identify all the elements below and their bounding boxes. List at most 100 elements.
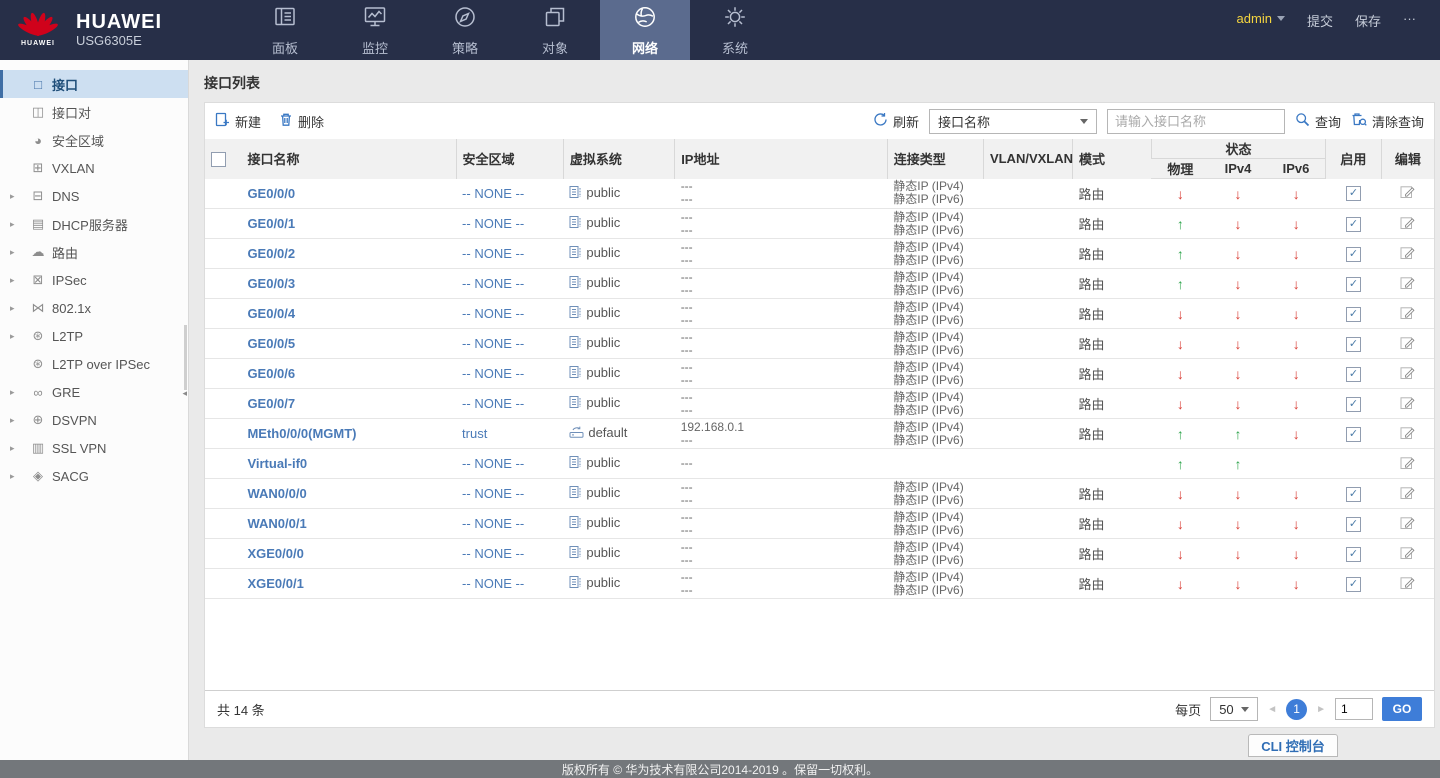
col-header-enable[interactable]: 启用 xyxy=(1326,139,1382,179)
edit-icon[interactable] xyxy=(1400,305,1415,323)
interface-name-link[interactable]: GE0/0/0 xyxy=(247,186,295,201)
col-header-vlan[interactable]: VLAN/VXLAN xyxy=(983,139,1072,179)
go-button[interactable]: GO xyxy=(1382,697,1422,721)
goto-page-input[interactable] xyxy=(1335,698,1373,720)
interface-name-link[interactable]: GE0/0/4 xyxy=(247,306,295,321)
more-menu-button[interactable]: ··· xyxy=(1403,11,1416,26)
enable-checkbox[interactable]: ✓ xyxy=(1346,367,1361,382)
interface-name-link[interactable]: GE0/0/5 xyxy=(247,336,295,351)
edit-icon[interactable] xyxy=(1400,485,1415,503)
current-page-badge[interactable]: 1 xyxy=(1286,699,1307,720)
sidebar-item-ipsec[interactable]: ▸⊠IPSec xyxy=(0,266,188,294)
security-zone-link[interactable]: -- NONE -- xyxy=(462,366,524,381)
filter-field-select[interactable]: 接口名称 xyxy=(929,109,1097,134)
interface-name-link[interactable]: MEth0/0/0(MGMT) xyxy=(247,426,356,441)
col-header-name[interactable]: 接口名称 xyxy=(241,139,456,179)
enable-checkbox[interactable]: ✓ xyxy=(1346,307,1361,322)
security-zone-link[interactable]: -- NONE -- xyxy=(462,546,524,561)
prev-page-button[interactable]: ◄ xyxy=(1267,704,1277,715)
security-zone-link[interactable]: -- NONE -- xyxy=(462,336,524,351)
interface-name-link[interactable]: GE0/0/6 xyxy=(247,366,295,381)
enable-checkbox[interactable]: ✓ xyxy=(1346,277,1361,292)
sidebar-item-8021x[interactable]: ▸⋈802.1x xyxy=(0,294,188,322)
user-menu[interactable]: admin xyxy=(1237,11,1285,26)
edit-icon[interactable] xyxy=(1400,425,1415,443)
enable-checkbox[interactable]: ✓ xyxy=(1346,547,1361,562)
security-zone-link[interactable]: -- NONE -- xyxy=(462,246,524,261)
cli-console-button[interactable]: CLI 控制台 xyxy=(1248,734,1338,757)
edit-icon[interactable] xyxy=(1400,545,1415,563)
refresh-button[interactable]: 刷新 xyxy=(873,112,919,131)
per-page-select[interactable]: 50 xyxy=(1210,697,1258,721)
enable-checkbox[interactable]: ✓ xyxy=(1346,577,1361,592)
edit-icon[interactable] xyxy=(1400,575,1415,593)
enable-checkbox[interactable]: ✓ xyxy=(1346,517,1361,532)
interface-name-link[interactable]: XGE0/0/0 xyxy=(247,546,303,561)
edit-icon[interactable] xyxy=(1400,275,1415,293)
security-zone-link[interactable]: -- NONE -- xyxy=(462,396,524,411)
edit-icon[interactable] xyxy=(1400,395,1415,413)
security-zone-link[interactable]: -- NONE -- xyxy=(462,306,524,321)
select-all-checkbox[interactable] xyxy=(211,152,226,167)
interface-name-link[interactable]: Virtual-if0 xyxy=(247,456,307,471)
enable-checkbox[interactable]: ✓ xyxy=(1346,337,1361,352)
security-zone-link[interactable]: -- NONE -- xyxy=(462,456,524,471)
nav-tab-system[interactable]: 系统 xyxy=(690,0,780,60)
sidebar-item-interface-pair[interactable]: ◫接口对 xyxy=(0,98,188,126)
sidebar-item-l2tp-over-ipsec[interactable]: ⊛L2TP over IPSec xyxy=(0,350,188,378)
enable-checkbox[interactable]: ✓ xyxy=(1346,487,1361,502)
security-zone-link[interactable]: -- NONE -- xyxy=(462,276,524,291)
enable-checkbox[interactable]: ✓ xyxy=(1346,217,1361,232)
nav-tab-policy[interactable]: 策略 xyxy=(420,0,510,60)
nav-tab-dashboard[interactable]: 面板 xyxy=(240,0,330,60)
sidebar-item-security-zone[interactable]: ◕安全区域 xyxy=(0,126,188,154)
sidebar-item-dns[interactable]: ▸⊟DNS xyxy=(0,182,188,210)
enable-checkbox[interactable]: ✓ xyxy=(1346,186,1361,201)
interface-name-link[interactable]: GE0/0/2 xyxy=(247,246,295,261)
sidebar-item-sacg[interactable]: ▸◈SACG xyxy=(0,462,188,490)
interface-name-link[interactable]: WAN0/0/1 xyxy=(247,516,306,531)
new-button[interactable]: 新建 xyxy=(215,112,261,131)
nav-tab-network[interactable]: 网络 xyxy=(600,0,690,60)
security-zone-link[interactable]: trust xyxy=(462,426,487,441)
sidebar-item-gre[interactable]: ▸∞GRE xyxy=(0,378,188,406)
interface-name-link[interactable]: XGE0/0/1 xyxy=(247,576,303,591)
sidebar-item-dhcp-server[interactable]: ▸▤DHCP服务器 xyxy=(0,210,188,238)
col-header-zone[interactable]: 安全区域 xyxy=(456,139,563,179)
commit-button[interactable]: 提交 xyxy=(1307,11,1333,30)
nav-tab-object[interactable]: 对象 xyxy=(510,0,600,60)
col-header-conn[interactable]: 连接类型 xyxy=(887,139,983,179)
security-zone-link[interactable]: -- NONE -- xyxy=(462,576,524,591)
edit-icon[interactable] xyxy=(1400,215,1415,233)
interface-name-link[interactable]: GE0/0/7 xyxy=(247,396,295,411)
enable-checkbox[interactable]: ✓ xyxy=(1346,427,1361,442)
enable-checkbox[interactable]: ✓ xyxy=(1346,397,1361,412)
security-zone-link[interactable]: -- NONE -- xyxy=(462,186,524,201)
edit-icon[interactable] xyxy=(1400,515,1415,533)
interface-name-link[interactable]: GE0/0/1 xyxy=(247,216,295,231)
query-button[interactable]: 查询 xyxy=(1295,112,1341,131)
enable-checkbox[interactable]: ✓ xyxy=(1346,247,1361,262)
delete-button[interactable]: 删除 xyxy=(279,112,324,131)
next-page-button[interactable]: ► xyxy=(1316,704,1326,715)
sidebar-collapse-handle[interactable]: ◂ xyxy=(182,388,187,399)
nav-tab-monitor[interactable]: 监控 xyxy=(330,0,420,60)
interface-name-link[interactable]: WAN0/0/0 xyxy=(247,486,306,501)
save-button[interactable]: 保存 xyxy=(1355,11,1381,30)
interface-name-link[interactable]: GE0/0/3 xyxy=(247,276,295,291)
edit-icon[interactable] xyxy=(1400,245,1415,263)
sidebar-item-l2tp[interactable]: ▸⊛L2TP xyxy=(0,322,188,350)
security-zone-link[interactable]: -- NONE -- xyxy=(462,486,524,501)
col-header-mode[interactable]: 模式 xyxy=(1073,139,1152,179)
edit-icon[interactable] xyxy=(1400,335,1415,353)
edit-icon[interactable] xyxy=(1400,365,1415,383)
search-input[interactable] xyxy=(1107,109,1285,134)
sidebar-scrollbar[interactable] xyxy=(184,325,187,390)
sidebar-item-ssl-vpn[interactable]: ▸▥SSL VPN xyxy=(0,434,188,462)
sidebar-item-dsvpn[interactable]: ▸⊕DSVPN xyxy=(0,406,188,434)
security-zone-link[interactable]: -- NONE -- xyxy=(462,516,524,531)
sidebar-item-interface[interactable]: □接口 xyxy=(0,70,188,98)
edit-icon[interactable] xyxy=(1400,184,1415,202)
col-header-vsys[interactable]: 虚拟系统 xyxy=(563,139,674,179)
edit-icon[interactable] xyxy=(1400,455,1415,473)
